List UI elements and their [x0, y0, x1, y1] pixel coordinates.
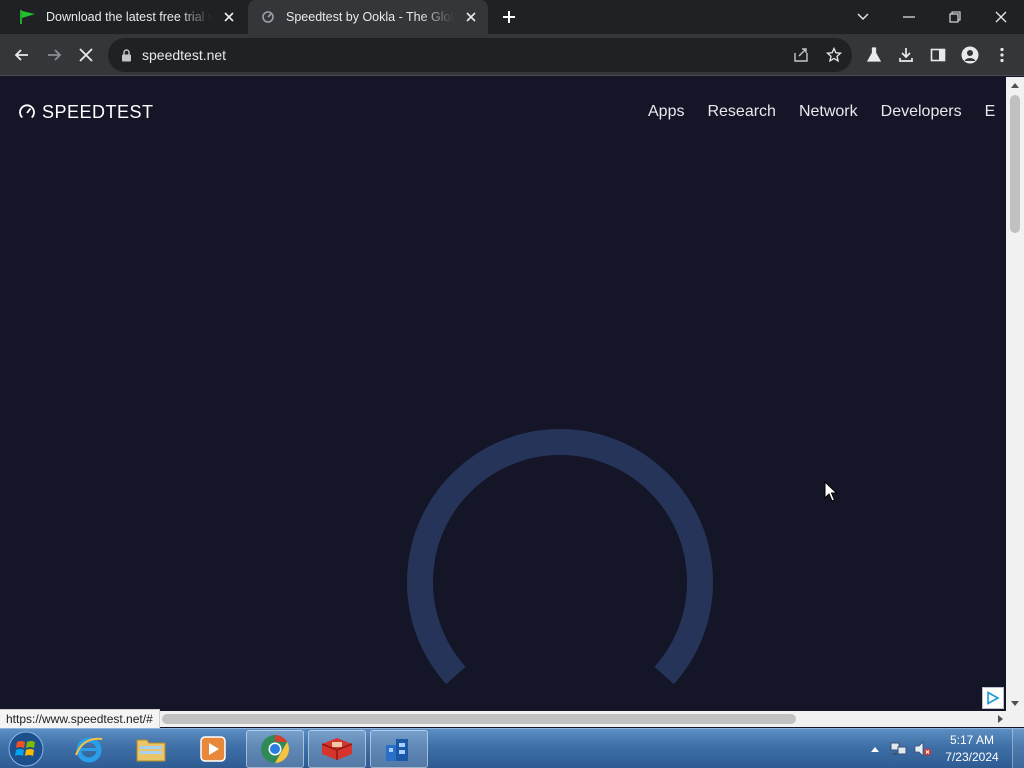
windows-taskbar: 5:17 AM 7/23/2024: [0, 728, 1024, 768]
nav-research[interactable]: Research: [707, 103, 775, 121]
red-app-icon: [321, 738, 353, 760]
triangle-down-icon: [1011, 700, 1019, 706]
media-player-icon: [200, 736, 226, 762]
minimize-icon: [903, 16, 915, 18]
horizontal-scroll-thumb[interactable]: [162, 714, 796, 724]
tab-search-button[interactable]: [840, 0, 886, 34]
clock-time: 5:17 AM: [949, 733, 995, 747]
scroll-right-arrow[interactable]: [992, 711, 1008, 727]
labs-button[interactable]: [858, 39, 890, 71]
show-hidden-icons-button[interactable]: [868, 735, 882, 763]
tab-speedtest[interactable]: Speedtest by Ookla - The Global: [248, 0, 488, 34]
share-icon: [794, 48, 808, 62]
chevron-down-icon: [857, 13, 869, 20]
vertical-scroll-thumb[interactable]: [1010, 95, 1020, 233]
speedtest-logo[interactable]: SPEEDTEST: [18, 101, 154, 123]
speedtest-page: SPEEDTEST Apps Research Network Develope…: [0, 77, 1006, 711]
tab-download-trial[interactable]: Download the latest free trial ve: [8, 0, 246, 34]
browser-tab-strip: Download the latest free trial ve Speedt…: [0, 0, 1024, 34]
link-status-bar: https://www.speedtest.net/#: [0, 709, 160, 729]
close-icon: [79, 48, 93, 62]
avatar-icon: [961, 46, 979, 64]
minimize-button[interactable]: [886, 0, 932, 34]
triangle-up-icon: [871, 746, 879, 752]
back-button[interactable]: [6, 39, 38, 71]
green-flag-icon: [18, 7, 38, 27]
menu-button[interactable]: [986, 39, 1018, 71]
close-icon[interactable]: [462, 8, 480, 26]
restore-button[interactable]: [932, 0, 978, 34]
arrow-right-icon: [48, 49, 62, 61]
folder-icon: [136, 739, 166, 762]
system-clock[interactable]: 5:17 AM 7/23/2024: [936, 732, 1008, 766]
close-window-button[interactable]: [978, 0, 1024, 34]
profile-button[interactable]: [954, 39, 986, 71]
start-button[interactable]: [4, 730, 48, 768]
taskbar-red-app[interactable]: [308, 730, 366, 768]
close-icon: [995, 11, 1007, 23]
speedometer-icon: [19, 104, 35, 119]
new-tab-button[interactable]: [498, 6, 520, 28]
scroll-down-arrow[interactable]: [1006, 695, 1024, 711]
address-bar[interactable]: speedtest.net: [108, 38, 852, 72]
star-icon: [826, 47, 842, 63]
taskbar-internet-explorer[interactable]: [60, 730, 118, 768]
main-nav: Apps Research Network Developers E: [648, 101, 1006, 123]
windows-start-icon: [8, 731, 44, 767]
show-desktop-button[interactable]: [1012, 729, 1024, 768]
browser-toolbar: speedtest.net: [0, 34, 1024, 76]
gauge-track: [407, 429, 713, 685]
speedtest-favicon-icon: [258, 7, 278, 27]
taskbar-chrome[interactable]: [246, 730, 304, 768]
plus-icon: [503, 11, 515, 23]
tab-title: Download the latest free trial ve: [46, 10, 212, 24]
forward-button[interactable]: [38, 39, 70, 71]
address-url[interactable]: speedtest.net: [142, 38, 226, 72]
clock-date: 7/23/2024: [945, 750, 999, 764]
share-button[interactable]: [789, 43, 813, 67]
vertical-scrollbar[interactable]: [1006, 77, 1024, 711]
nav-apps[interactable]: Apps: [648, 103, 684, 121]
download-icon: [899, 48, 913, 62]
chrome-icon: [261, 735, 289, 763]
stop-loading-button[interactable]: [70, 39, 102, 71]
triangle-right-icon: [997, 715, 1003, 723]
network-icon: [890, 742, 907, 755]
scroll-up-arrow[interactable]: [1006, 77, 1024, 93]
internet-explorer-icon: [75, 737, 103, 763]
triangle-up-icon: [1011, 82, 1019, 88]
blue-app-icon: [386, 739, 408, 761]
volume-muted-icon: [914, 741, 931, 757]
arrow-left-icon: [14, 49, 28, 61]
taskbar-media-player[interactable]: [184, 730, 242, 768]
taskbar-blue-app[interactable]: [370, 730, 428, 768]
volume-muted-tray-icon[interactable]: [912, 735, 934, 763]
nav-developers[interactable]: Developers: [881, 103, 962, 121]
taskbar-file-explorer[interactable]: [122, 730, 180, 768]
restore-icon: [949, 11, 961, 23]
downloads-button[interactable]: [890, 39, 922, 71]
desktop-screen: Download the latest free trial ve Speedt…: [0, 0, 1024, 768]
nav-more[interactable]: E: [985, 103, 996, 121]
side-panel-button[interactable]: [922, 39, 954, 71]
network-tray-icon[interactable]: [888, 735, 910, 763]
more-vert-icon: [1000, 47, 1004, 63]
bookmark-button[interactable]: [822, 43, 846, 67]
mouse-cursor: [824, 481, 838, 502]
adchoices-icon[interactable]: [982, 687, 1004, 709]
tab-title: Speedtest by Ookla - The Global: [286, 10, 454, 24]
lock-icon[interactable]: [118, 47, 134, 63]
side-panel-icon: [930, 48, 946, 62]
close-icon[interactable]: [220, 8, 238, 26]
flask-icon: [866, 47, 882, 62]
brand-name: SPEEDTEST: [42, 101, 154, 122]
nav-network[interactable]: Network: [799, 103, 858, 121]
speed-gauge: [407, 429, 713, 685]
